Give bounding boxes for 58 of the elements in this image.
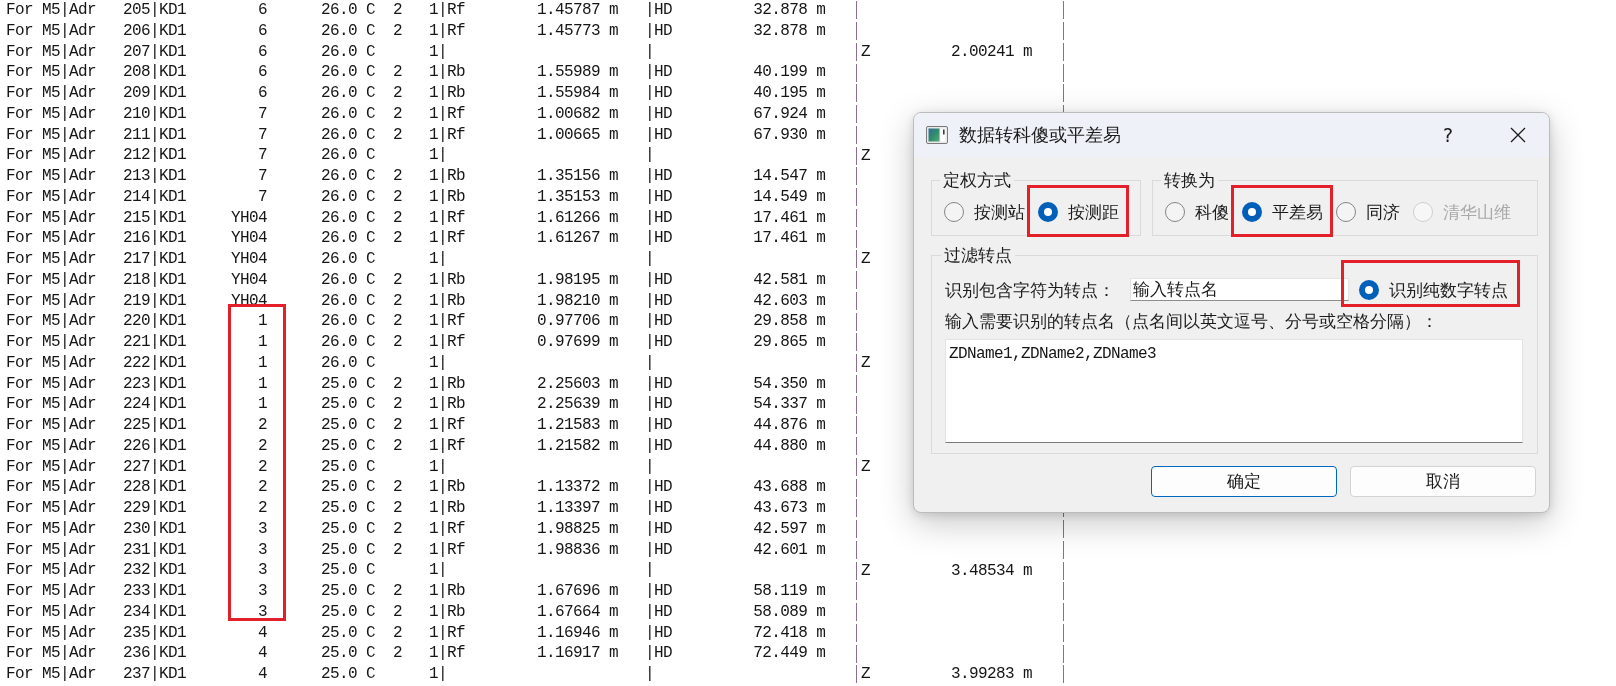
dialog-title: 数据转科傻或平差易 [959,123,1122,147]
group-label: 转换为 [1163,169,1216,191]
record-line: For M5|Adr 211|KD1 7 26.0 C 2 1|Rf 1.00665 m |HD 67.930 m [6,124,826,146]
group-label: 过滤转点 [943,244,1013,266]
record-line: For M5|Adr 232|KD1 3 25.0 C 1| | [6,560,655,581]
group-label: 定权方式 [942,169,1012,191]
record-line: For M5|Adr 206|KD1 6 26.0 C 2 1|Rf 1.45773 m |HD 32.878 m [6,20,826,42]
z-reading: Z [861,354,870,373]
confirm-button[interactable]: 确定 [1151,466,1337,497]
record-line: For M5|Adr 205|KD1 6 26.0 C 2 1|Rf 1.45787 m |HD 32.878 m [6,0,826,21]
record-line: For M5|Adr 225|KD1 2 25.0 C 2 1|Rf 1.21583 m |HD 44.876 m [6,415,826,436]
field-label: 识别包含字符为转点： [945,278,1115,301]
record-line: For M5|Adr 218|KD1 YH04 26.0 C 2 1|Rb 1.98195 m |HD 42.581 m [6,269,826,291]
z-reading: Z 3.99283 m [861,665,1033,684]
record-line: For M5|Adr 224|KD1 1 25.0 C 2 1|Rb 2.25639 m |HD 54.337 m [6,394,826,415]
cancel-button[interactable]: 取消 [1350,466,1536,497]
radio-button[interactable]: 按测站 [944,201,1025,223]
record-line: For M5|Adr 231|KD1 3 25.0 C 2 1|Rf 1.98836 m |HD 42.601 m [6,539,826,561]
record-line: For M5|Adr 229|KD1 2 25.0 C 2 1|Rb 1.13397 m |HD 43.673 m [6,498,826,519]
record-line: For M5|Adr 233|KD1 3 25.0 C 2 1|Rb 1.67696 m |HD 58.119 m [6,581,826,602]
z-reading: Z 3.48534 m [861,561,1033,580]
record-line: For M5|Adr 234|KD1 3 25.0 C 2 1|Rb 1.67664 m |HD 58.089 m [6,601,826,623]
record-line: For M5|Adr 237|KD1 4 25.0 C 1| | [6,664,655,685]
text-area[interactable]: ZDName1,ZDName2,ZDName3 [945,339,1523,443]
record-line: For M5|Adr 212|KD1 7 26.0 C 1| | [6,145,655,166]
record-line: For M5|Adr 207|KD1 6 26.0 C 1| | [6,41,655,63]
radio-button[interactable]: 识别纯数字转点 [1359,278,1508,301]
record-line: For M5|Adr 216|KD1 YH04 26.0 C 2 1|Rf 1.61267 m |HD 17.461 m [6,228,826,249]
record-line: For M5|Adr 227|KD1 2 25.0 C 1| | [6,456,655,478]
z-reading: Z [861,250,870,269]
radio-button[interactable]: 按测距 [1038,201,1119,223]
radio-button[interactable]: 同济 [1336,201,1400,223]
record-line: For M5|Adr 215|KD1 YH04 26.0 C 2 1|Rf 1.61266 m |HD 17.461 m [6,207,826,229]
record-line: For M5|Adr 209|KD1 6 26.0 C 2 1|Rb 1.55984 m |HD 40.195 m [6,83,826,104]
record-line: For M5|Adr 230|KD1 3 25.0 C 2 1|Rf 1.98825 m |HD 42.597 m [6,518,826,540]
z-reading: Z 2.00241 m [861,42,1033,61]
record-line: For M5|Adr 208|KD1 6 26.0 C 2 1|Rb 1.55989 m |HD 40.199 m [6,62,826,83]
record-line: For M5|Adr 236|KD1 4 25.0 C 2 1|Rf 1.16917 m |HD 72.449 m [6,643,826,664]
radio-button[interactable]: 平差易 [1242,201,1323,223]
record-line: For M5|Adr 210|KD1 7 26.0 C 2 1|Rf 1.00682 m |HD 67.924 m [6,103,826,125]
z-reading: Z [861,146,870,165]
record-line: For M5|Adr 235|KD1 4 25.0 C 2 1|Rf 1.16946 m |HD 72.418 m [6,622,826,644]
record-line: For M5|Adr 222|KD1 1 26.0 C 1| | [6,352,655,374]
record-line: For M5|Adr 228|KD1 2 25.0 C 2 1|Rb 1.13372 m |HD 43.688 m [6,477,826,498]
radio-button[interactable]: 科傻 [1165,201,1229,223]
record-line: For M5|Adr 213|KD1 7 26.0 C 2 1|Rb 1.35156 m |HD 14.547 m [6,166,826,187]
close-icon [1510,127,1526,143]
record-line: For M5|Adr 223|KD1 1 25.0 C 2 1|Rb 2.25603 m |HD 54.350 m [6,373,826,395]
record-line: For M5|Adr 214|KD1 7 26.0 C 2 1|Rb 1.35153 m |HD 14.549 m [6,186,826,208]
field-label: 输入需要识别的转点名（点名间以英文逗号、分号或空格分隔）： [945,310,1439,332]
record-line: For M5|Adr 217|KD1 YH04 26.0 C 1| | [6,249,655,270]
record-line: For M5|Adr 226|KD1 2 25.0 C 2 1|Rf 1.21582 m |HD 44.880 m [6,435,826,457]
window-icon [926,126,948,144]
record-line: For M5|Adr 221|KD1 1 26.0 C 2 1|Rf 0.97699 m |HD 29.865 m [6,332,826,353]
z-reading: Z [861,457,870,476]
record-line: For M5|Adr 220|KD1 1 26.0 C 2 1|Rf 0.97706 m |HD 29.858 m [6,311,826,332]
help-button[interactable]: ? [1419,113,1477,157]
text-input[interactable]: 输入转点名 [1130,278,1349,301]
